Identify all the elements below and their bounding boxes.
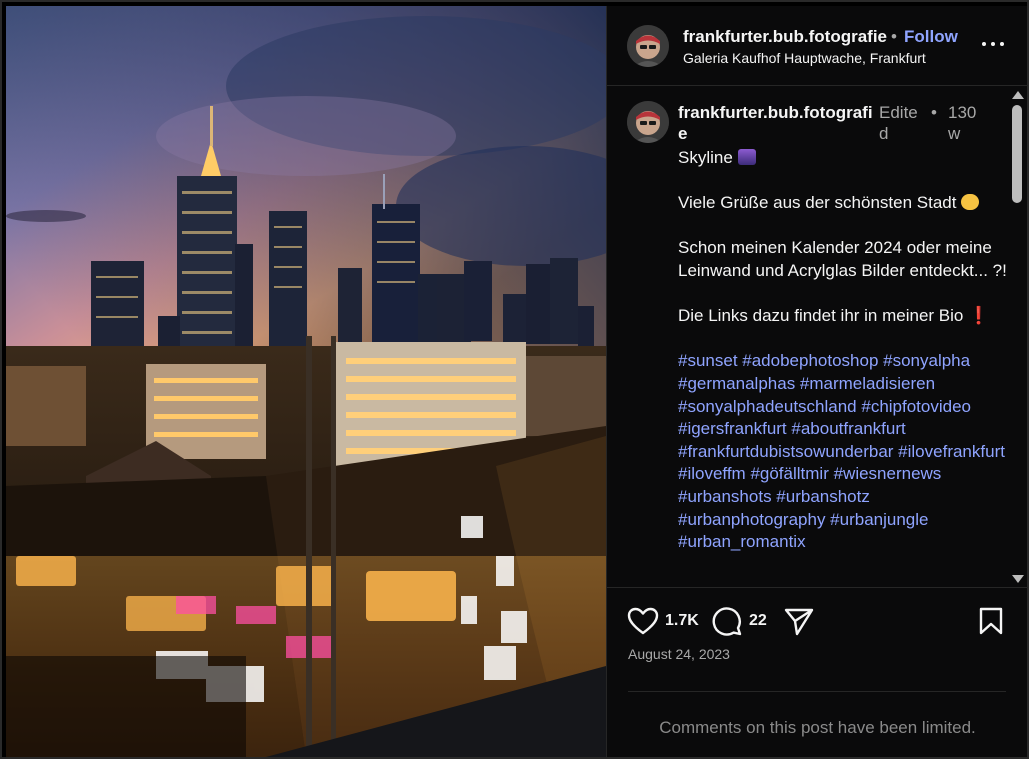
more-dot [1000,42,1004,46]
post-dialog: frankfurter.bub.fotografie • Follow Gale… [0,0,1029,759]
post-header: frankfurter.bub.fotografie • Follow Gale… [607,6,1028,86]
caption-line-calendar: Schon meinen Kalender 2024 oder meine Le… [678,238,1007,280]
more-dot [991,42,995,46]
post-age[interactable]: 130w [948,102,982,144]
heart-hands-emoji-icon [961,194,980,211]
avatar-image [627,101,669,143]
caption-username[interactable]: frankfurter.bub.fotografie [678,102,874,144]
post-actions: 1.7K 22 August 24, 2023 Comments on this… [607,587,1028,757]
like-count[interactable]: 1.7K [665,612,699,630]
exclamation-emoji-icon: ❗ [968,306,990,326]
send-paper-plane-icon [784,608,814,636]
share-button[interactable] [783,606,815,636]
more-options-button[interactable] [979,32,1007,56]
avatar-image [627,25,669,67]
post-details-panel: frankfurter.bub.fotografie • Follow Gale… [606,6,1028,757]
scroll-down-arrow-icon[interactable] [1012,575,1024,583]
comments-limited-notice: Comments on this post have been limited. [659,718,976,737]
header-username[interactable]: frankfurter.bub.fotografie [683,27,887,47]
cityscape-emoji-icon [737,149,756,165]
caption-line-greeting: Viele Grüße aus der schönsten Stadt [678,193,957,213]
comment-count[interactable]: 22 [749,612,767,630]
bookmark-icon [979,607,1003,635]
caption-area[interactable]: frankfurter.bub.fotografie Edited • 130w… [607,87,1028,587]
city-skyline-image [6,6,606,757]
caption-avatar[interactable] [627,101,669,143]
post-date[interactable]: August 24, 2023 [628,646,730,662]
comment-button[interactable] [711,606,743,636]
avatar[interactable] [627,25,669,67]
post-photo[interactable] [6,6,606,757]
header-separator: • [891,27,897,46]
post-location[interactable]: Galeria Kaufhof Hauptwache, Frankfurt [683,50,926,66]
comment-bubble-icon [712,607,742,636]
caption-line-skyline: Skyline [678,148,733,167]
caption-scrollbar[interactable] [1007,87,1027,587]
caption-line-links: Die Links dazu findet ihr in meiner Bio [678,306,964,326]
divider [628,691,1006,692]
caption-text: Skyline Viele Grüße aus der schönsten St… [678,147,1008,576]
more-dots-icon [982,42,986,46]
caption-separator: • [931,103,937,122]
like-button[interactable] [627,606,659,636]
save-button[interactable] [977,606,1005,636]
follow-button[interactable]: Follow [904,27,958,47]
caption-hashtags[interactable]: #sunset #adobephotoshop #sonyalpha #germ… [678,350,1008,553]
scroll-up-arrow-icon[interactable] [1012,91,1024,99]
scrollbar-thumb[interactable] [1012,105,1022,203]
heart-icon [627,607,659,635]
edited-label: Edited [879,103,918,143]
